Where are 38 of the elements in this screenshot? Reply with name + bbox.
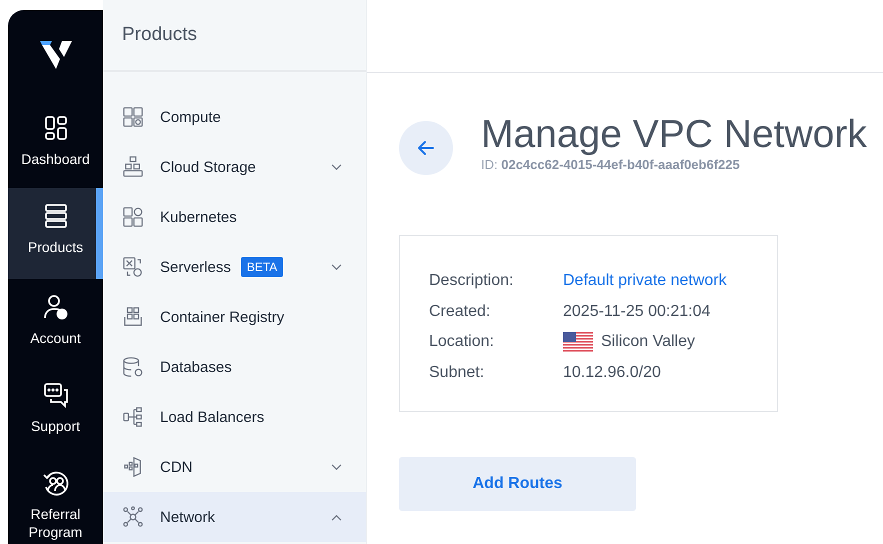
add-routes-button[interactable]: Add Routes	[399, 457, 636, 511]
detail-label: Created:	[429, 302, 492, 321]
storage-icon	[122, 156, 144, 178]
menu-item[interactable]: Kubernetes	[103, 192, 366, 242]
menu-item[interactable]: Network	[103, 492, 366, 542]
load-balancer-icon	[122, 406, 144, 428]
menu-item[interactable]: Load Balancers	[103, 392, 366, 442]
detail-label: Location:	[429, 333, 495, 352]
detail-label: Description:	[429, 272, 514, 290]
menu-item[interactable]: CDN	[103, 442, 366, 492]
compute-icon	[122, 106, 144, 128]
registry-icon	[122, 306, 144, 328]
detail-value: Silicon Valley	[601, 333, 695, 352]
menu-item[interactable]: Serverless BETA	[103, 242, 366, 292]
rail-item[interactable]: Dashboard	[8, 100, 103, 188]
detail-value: 10.12.96.0/20	[563, 364, 661, 382]
network-id: ID: 02c4cc62-4015-44ef-b40f-aaaf0eb6f225	[481, 157, 741, 172]
people-cycle-icon	[42, 469, 70, 497]
rail-item[interactable]: Account	[8, 279, 103, 367]
panel-title: Products	[122, 24, 197, 46]
page-title: Manage VPC Network	[481, 113, 867, 157]
us-flag-icon	[563, 332, 593, 352]
menu-item[interactable]: Container Registry	[103, 292, 366, 342]
menu-item[interactable]: Compute	[103, 92, 366, 142]
database-icon	[122, 356, 144, 378]
rail-item[interactable]: Support	[8, 367, 103, 455]
chat-icon	[42, 381, 70, 409]
description-link[interactable]: Default private network	[563, 272, 727, 290]
menu-item[interactable]: Cloud Storage	[103, 142, 366, 192]
detail-label: Subnet:	[429, 364, 486, 382]
network-icon	[122, 506, 144, 528]
menu-item[interactable]: Databases	[103, 342, 366, 392]
detail-value: 2025-11-25 00:21:04	[563, 302, 710, 321]
left-arrow-icon	[416, 138, 436, 158]
rail-item[interactable]: Referral Program	[8, 455, 103, 543]
logo-icon	[38, 39, 74, 71]
beta-badge: BETA	[240, 257, 284, 277]
rail-item[interactable]: Products	[8, 188, 103, 279]
